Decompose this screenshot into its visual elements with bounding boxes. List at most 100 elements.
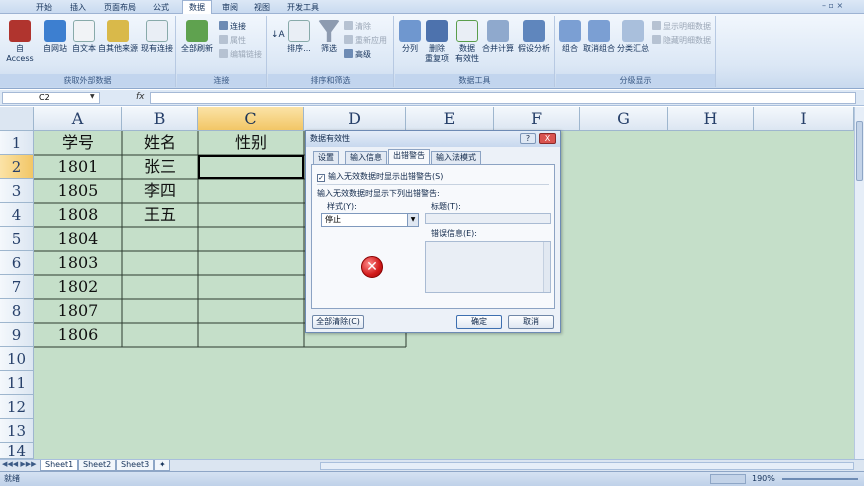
- existing-connections-button[interactable]: 现有连接: [140, 20, 174, 54]
- refresh-all-button[interactable]: 全部刷新: [179, 20, 215, 54]
- formula-input[interactable]: [150, 92, 856, 104]
- column-header-f[interactable]: F: [494, 107, 580, 131]
- style-select[interactable]: 停止 ▼: [321, 213, 419, 227]
- from-other-sources-button[interactable]: 自其他来源: [98, 20, 138, 54]
- sheet-tab-sheet1[interactable]: Sheet1: [40, 460, 79, 471]
- help-button[interactable]: ?: [520, 133, 536, 144]
- cell-c1[interactable]: 性别: [198, 131, 304, 155]
- cell-a8[interactable]: 1807: [34, 299, 122, 323]
- row-header-12[interactable]: 12: [0, 395, 34, 419]
- row-header-2[interactable]: 2: [0, 155, 34, 179]
- cell-b6[interactable]: [122, 251, 198, 275]
- group-button[interactable]: 组合: [558, 20, 582, 54]
- row-header-10[interactable]: 10: [0, 347, 34, 371]
- sheet-tab-sheet3[interactable]: Sheet3: [116, 460, 155, 471]
- clear-all-button[interactable]: 全部清除(C): [312, 315, 364, 329]
- cell-a4[interactable]: 1808: [34, 203, 122, 227]
- column-header-g[interactable]: G: [580, 107, 668, 131]
- zoom-slider[interactable]: [782, 478, 858, 480]
- cell-a9[interactable]: 1806: [34, 323, 122, 347]
- cell-a5[interactable]: 1804: [34, 227, 122, 251]
- cancel-button[interactable]: 取消: [508, 315, 554, 329]
- zoom-level[interactable]: 190%: [752, 472, 775, 486]
- tab-data[interactable]: 数据: [182, 0, 212, 14]
- column-header-e[interactable]: E: [406, 107, 494, 131]
- filter-button[interactable]: 筛选: [316, 20, 342, 54]
- error-message-input[interactable]: [425, 241, 551, 293]
- column-header-b[interactable]: B: [122, 107, 198, 131]
- tab-home[interactable]: 开始: [30, 1, 58, 14]
- view-buttons[interactable]: [710, 474, 746, 484]
- dialog-tab-input-message[interactable]: 输入信息: [345, 151, 387, 164]
- cell-b1[interactable]: 姓名: [122, 131, 198, 155]
- ok-button[interactable]: 确定: [456, 315, 502, 329]
- active-cell-cursor[interactable]: [198, 155, 304, 179]
- chevron-down-icon[interactable]: ▼: [407, 214, 418, 226]
- show-error-alert-checkbox[interactable]: ✓ 输入无效数据时显示出错警告(S): [317, 171, 443, 182]
- from-text-button[interactable]: 自文本: [70, 20, 98, 54]
- cell-b9[interactable]: [122, 323, 198, 347]
- advanced-filter-button[interactable]: 高级: [344, 49, 371, 60]
- row-header-5[interactable]: 5: [0, 227, 34, 251]
- cell-a7[interactable]: 1802: [34, 275, 122, 299]
- message-scrollbar[interactable]: [543, 242, 550, 292]
- row-header-7[interactable]: 7: [0, 275, 34, 299]
- row-header-14[interactable]: 14: [0, 443, 34, 459]
- text-to-columns-button[interactable]: 分列: [397, 20, 423, 54]
- from-access-button[interactable]: 自 Access: [2, 20, 38, 64]
- dialog-tab-settings[interactable]: 设置: [313, 151, 339, 164]
- sort-az-button[interactable]: ↓A: [271, 30, 285, 41]
- insert-function-icon[interactable]: fx: [136, 92, 145, 102]
- cell-b7[interactable]: [122, 275, 198, 299]
- insert-sheet-icon[interactable]: ✦: [154, 460, 170, 471]
- row-header-6[interactable]: 6: [0, 251, 34, 275]
- consolidate-button[interactable]: 合并计算: [481, 20, 515, 54]
- remove-duplicates-button[interactable]: 删除 重复项: [423, 20, 451, 64]
- column-header-h[interactable]: H: [668, 107, 754, 131]
- row-header-4[interactable]: 4: [0, 203, 34, 227]
- cell-b4[interactable]: 王五: [122, 203, 198, 227]
- tab-page-layout[interactable]: 页面布局: [100, 1, 140, 14]
- cell-b8[interactable]: [122, 299, 198, 323]
- cell-b5[interactable]: [122, 227, 198, 251]
- sheet-nav-arrows[interactable]: ◀◀◀ ▶▶▶: [2, 460, 37, 468]
- hide-detail-button[interactable]: 隐藏明细数据: [652, 35, 711, 46]
- vertical-scrollbar[interactable]: [854, 107, 864, 459]
- row-header-8[interactable]: 8: [0, 299, 34, 323]
- column-header-i[interactable]: I: [754, 107, 854, 131]
- cell-a1[interactable]: 学号: [34, 131, 122, 155]
- row-header-9[interactable]: 9: [0, 323, 34, 347]
- dialog-tab-ime-mode[interactable]: 输入法模式: [431, 151, 481, 164]
- cell-b2[interactable]: 张三: [122, 155, 198, 179]
- sheet-tab-sheet2[interactable]: Sheet2: [78, 460, 117, 471]
- column-header-c[interactable]: C: [198, 107, 304, 131]
- title-input[interactable]: [425, 213, 551, 224]
- checkbox-checkmark[interactable]: ✓: [317, 174, 325, 182]
- properties-button[interactable]: 属性: [219, 35, 246, 46]
- cell-a2[interactable]: 1801: [34, 155, 122, 179]
- name-box[interactable]: C2: [2, 92, 100, 104]
- row-header-13[interactable]: 13: [0, 419, 34, 443]
- connections-button[interactable]: 连接: [219, 21, 246, 32]
- cell-b3[interactable]: 李四: [122, 179, 198, 203]
- sort-button[interactable]: 排序...: [284, 20, 314, 54]
- row-header-11[interactable]: 11: [0, 371, 34, 395]
- ungroup-button[interactable]: 取消组合: [582, 20, 616, 54]
- row-header-1[interactable]: 1: [0, 131, 34, 155]
- what-if-analysis-button[interactable]: 假设分析: [515, 20, 553, 54]
- close-button[interactable]: X: [539, 133, 556, 144]
- cell-a3[interactable]: 1805: [34, 179, 122, 203]
- column-header-a[interactable]: A: [34, 107, 122, 131]
- tab-formulas[interactable]: 公式: [148, 1, 174, 14]
- from-web-button[interactable]: 自网站: [40, 20, 70, 54]
- tab-review[interactable]: 审阅: [218, 1, 242, 14]
- tab-developer[interactable]: 开发工具: [283, 1, 323, 14]
- data-validation-button[interactable]: 数据 有效性: [451, 20, 483, 64]
- horizontal-scrollbar[interactable]: [320, 462, 854, 470]
- subtotal-button[interactable]: 分类汇总: [616, 20, 650, 54]
- vertical-scroll-thumb[interactable]: [856, 121, 863, 181]
- window-controls[interactable]: – ▫ ×: [822, 1, 862, 13]
- tab-insert[interactable]: 插入: [66, 1, 90, 14]
- column-header-d[interactable]: D: [304, 107, 406, 131]
- edit-links-button[interactable]: 编辑链接: [219, 49, 262, 60]
